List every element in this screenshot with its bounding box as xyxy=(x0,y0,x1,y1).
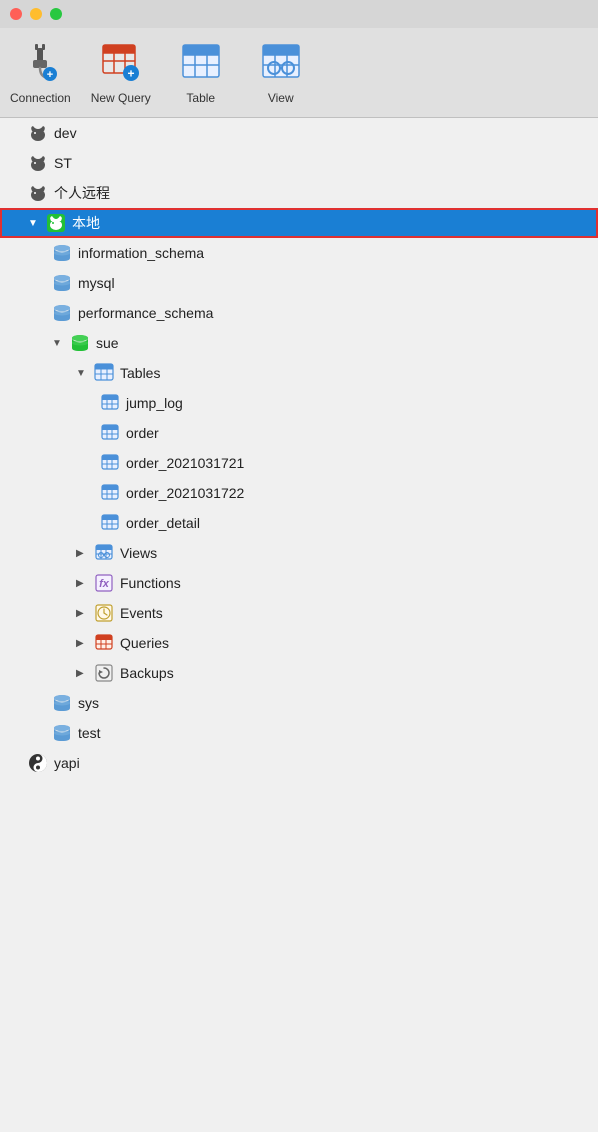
database-icon-info xyxy=(52,243,72,263)
information-schema-label: information_schema xyxy=(78,245,204,261)
tree-item-tables-group[interactable]: ▼ Tables xyxy=(0,358,598,388)
tables-group-label: Tables xyxy=(120,365,160,381)
order-label: order xyxy=(126,425,159,441)
backups-chevron: ▶ xyxy=(76,668,88,679)
table-icon-jump-log xyxy=(100,393,120,413)
table-icon-order-2 xyxy=(100,483,120,503)
tree-item-jump-log[interactable]: jump_log xyxy=(0,388,598,418)
connection-toolbar-item[interactable]: + Connection xyxy=(10,41,71,105)
database-icon-perf xyxy=(52,303,72,323)
tree-item-mysql[interactable]: mysql xyxy=(0,268,598,298)
tree-item-sys[interactable]: sys xyxy=(0,688,598,718)
sue-label: sue xyxy=(96,335,119,351)
backups-group-icon xyxy=(94,663,114,683)
minimize-button[interactable] xyxy=(30,8,42,20)
tree-item-yapi[interactable]: yapi xyxy=(0,748,598,778)
functions-chevron: ▶ xyxy=(76,578,88,589)
toolbar: + Connection + New Query xyxy=(0,28,598,118)
maximize-button[interactable] xyxy=(50,8,62,20)
order-2021031721-label: order_2021031721 xyxy=(126,455,244,471)
table-icon-order-1 xyxy=(100,453,120,473)
events-chevron: ▶ xyxy=(76,608,88,619)
view-icon xyxy=(259,41,303,85)
tables-group-icon xyxy=(94,363,114,383)
close-button[interactable] xyxy=(10,8,22,20)
title-bar xyxy=(0,0,598,28)
tree-item-test[interactable]: test xyxy=(0,718,598,748)
table-label: Table xyxy=(186,91,215,105)
views-group-icon xyxy=(94,543,114,563)
local-label: 本地 xyxy=(72,213,100,233)
local-chevron: ▼ xyxy=(28,218,40,229)
tree-item-order-detail[interactable]: order_detail xyxy=(0,508,598,538)
tree-item-sue[interactable]: ▼ sue xyxy=(0,328,598,358)
tree-item-dev[interactable]: dev xyxy=(0,118,598,148)
performance-schema-label: performance_schema xyxy=(78,305,213,321)
connection-icon: + xyxy=(18,41,62,85)
tree-item-functions-group[interactable]: ▶ fx Functions xyxy=(0,568,598,598)
tables-chevron: ▼ xyxy=(76,368,88,379)
queries-chevron: ▶ xyxy=(76,638,88,649)
dolphin-icon xyxy=(28,123,48,143)
events-group-icon xyxy=(94,603,114,623)
dolphin-icon-personal xyxy=(28,183,48,203)
functions-group-icon: fx xyxy=(94,573,114,593)
order-detail-label: order_detail xyxy=(126,515,200,531)
tree-item-events-group[interactable]: ▶ Events xyxy=(0,598,598,628)
personal-remote-label: 个人远程 xyxy=(54,183,110,203)
svg-text:+: + xyxy=(47,69,53,81)
queries-group-icon xyxy=(94,633,114,653)
view-toolbar-item[interactable]: View xyxy=(251,41,311,105)
tree-item-performance-schema[interactable]: performance_schema xyxy=(0,298,598,328)
table-toolbar-item[interactable]: Table xyxy=(171,41,231,105)
database-icon-mysql xyxy=(52,273,72,293)
sidebar: dev ST 个人远程 ▼ xyxy=(0,118,598,1132)
tree-item-order-2021031721[interactable]: order_2021031721 xyxy=(0,448,598,478)
database-icon-sys xyxy=(52,693,72,713)
views-chevron: ▶ xyxy=(76,548,88,559)
queries-group-label: Queries xyxy=(120,635,169,651)
view-label: View xyxy=(268,91,294,105)
backups-group-label: Backups xyxy=(120,665,174,681)
dev-label: dev xyxy=(54,125,77,141)
new-query-label: New Query xyxy=(91,91,151,105)
tree-item-views-group[interactable]: ▶ Views xyxy=(0,538,598,568)
jump-log-label: jump_log xyxy=(126,395,183,411)
views-group-label: Views xyxy=(120,545,157,561)
tree-item-st[interactable]: ST xyxy=(0,148,598,178)
tree-item-local[interactable]: ▼ 本地 xyxy=(0,208,598,238)
tree-item-information-schema[interactable]: information_schema xyxy=(0,238,598,268)
tree-item-order[interactable]: order xyxy=(0,418,598,448)
new-query-icon: + xyxy=(99,41,143,85)
st-label: ST xyxy=(54,155,72,171)
svg-text:+: + xyxy=(127,66,134,80)
database-icon-test xyxy=(52,723,72,743)
sue-chevron: ▼ xyxy=(52,338,64,349)
dolphin-icon-st xyxy=(28,153,48,173)
tree-item-backups-group[interactable]: ▶ Backups xyxy=(0,658,598,688)
table-icon-order xyxy=(100,423,120,443)
events-group-label: Events xyxy=(120,605,163,621)
tree-item-personal-remote[interactable]: 个人远程 xyxy=(0,178,598,208)
new-query-toolbar-item[interactable]: + New Query xyxy=(91,41,151,105)
tree-item-order-2021031722[interactable]: order_2021031722 xyxy=(0,478,598,508)
yapi-label: yapi xyxy=(54,755,80,771)
database-icon-sue xyxy=(70,333,90,353)
functions-group-label: Functions xyxy=(120,575,181,591)
mysql-label: mysql xyxy=(78,275,115,291)
table-icon xyxy=(179,41,223,85)
order-2021031722-label: order_2021031722 xyxy=(126,485,244,501)
table-icon-order-detail xyxy=(100,513,120,533)
tree-item-queries-group[interactable]: ▶ Queries xyxy=(0,628,598,658)
connection-label: Connection xyxy=(10,91,71,105)
yapi-icon xyxy=(28,753,48,773)
test-label: test xyxy=(78,725,101,741)
dolphin-icon-local xyxy=(46,213,66,233)
svg-text:fx: fx xyxy=(99,578,110,590)
sys-label: sys xyxy=(78,695,99,711)
